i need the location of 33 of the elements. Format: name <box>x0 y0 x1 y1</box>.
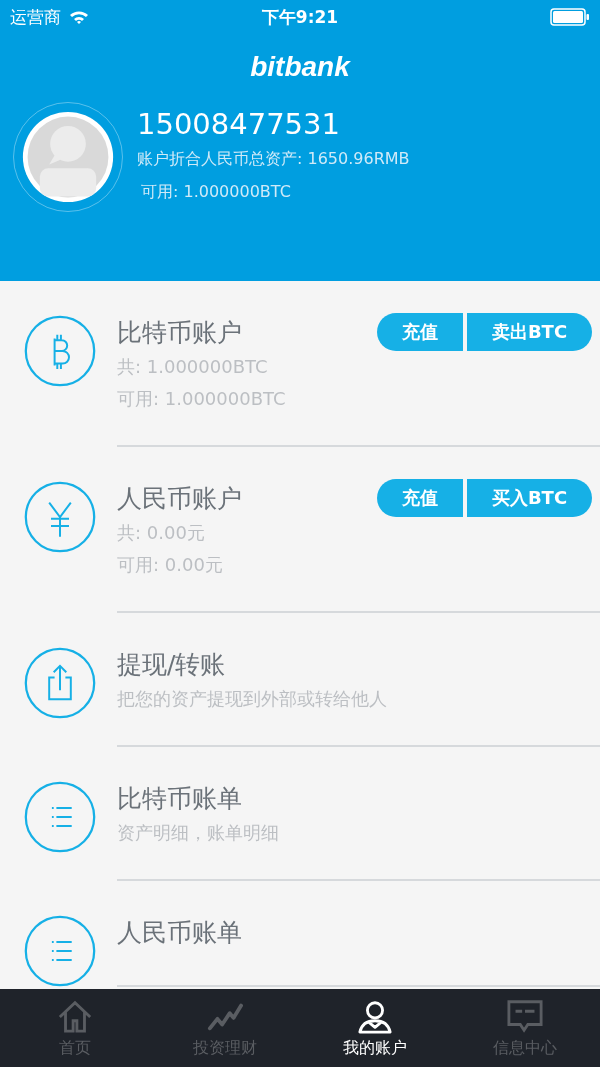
bitcoin-icon <box>24 315 96 387</box>
row-title[interactable]: 提现/转账 <box>117 647 226 681</box>
deposit-button[interactable]: 充值 <box>377 479 463 517</box>
deposit-button[interactable]: 充值 <box>377 313 463 351</box>
wifi-icon <box>69 10 89 24</box>
row-detail: 共: 0.00元 <box>117 521 206 545</box>
list-icon <box>24 781 96 853</box>
row-detail: 可用: 1.000000BTC <box>117 387 287 411</box>
row-detail: 把您的资产提现到外部或转给他人 <box>117 687 388 711</box>
battery-icon <box>550 8 590 26</box>
row-title[interactable]: 比特币账单 <box>117 781 242 815</box>
upload-icon <box>24 647 96 719</box>
row-title[interactable]: 人民币账户 <box>117 481 242 515</box>
phone-number: 15008477531 <box>137 106 341 143</box>
tab[interactable]: 信息中心 <box>450 989 600 1067</box>
available-balance: 可用: 1.000000BTC <box>141 181 292 203</box>
tab[interactable]: 首页 <box>0 989 150 1067</box>
total-assets: 账户折合人民币总资产: 1650.96RMB <box>137 148 410 170</box>
row-detail: 可用: 0.00元 <box>117 553 224 577</box>
list-icon <box>24 915 96 987</box>
yuan-icon <box>24 481 96 553</box>
trade-button[interactable]: 买入BTC <box>467 479 592 517</box>
row-title[interactable]: 人民币账单 <box>117 915 242 949</box>
row-title[interactable]: 比特币账户 <box>117 315 242 349</box>
chat-bubble-icon <box>506 997 544 1034</box>
app-logo: bitbank <box>250 51 350 83</box>
status-time: 下午9:21 <box>261 5 339 29</box>
carrier-name: 运营商 <box>10 5 61 29</box>
tab[interactable]: 我的账户 <box>300 989 450 1067</box>
trade-button[interactable]: 卖出BTC <box>467 313 592 351</box>
row-detail: 资产明细，账单明细 <box>117 821 280 845</box>
row-detail: 共: 1.000000BTC <box>117 355 269 379</box>
tab[interactable]: 投资理财 <box>150 989 300 1067</box>
